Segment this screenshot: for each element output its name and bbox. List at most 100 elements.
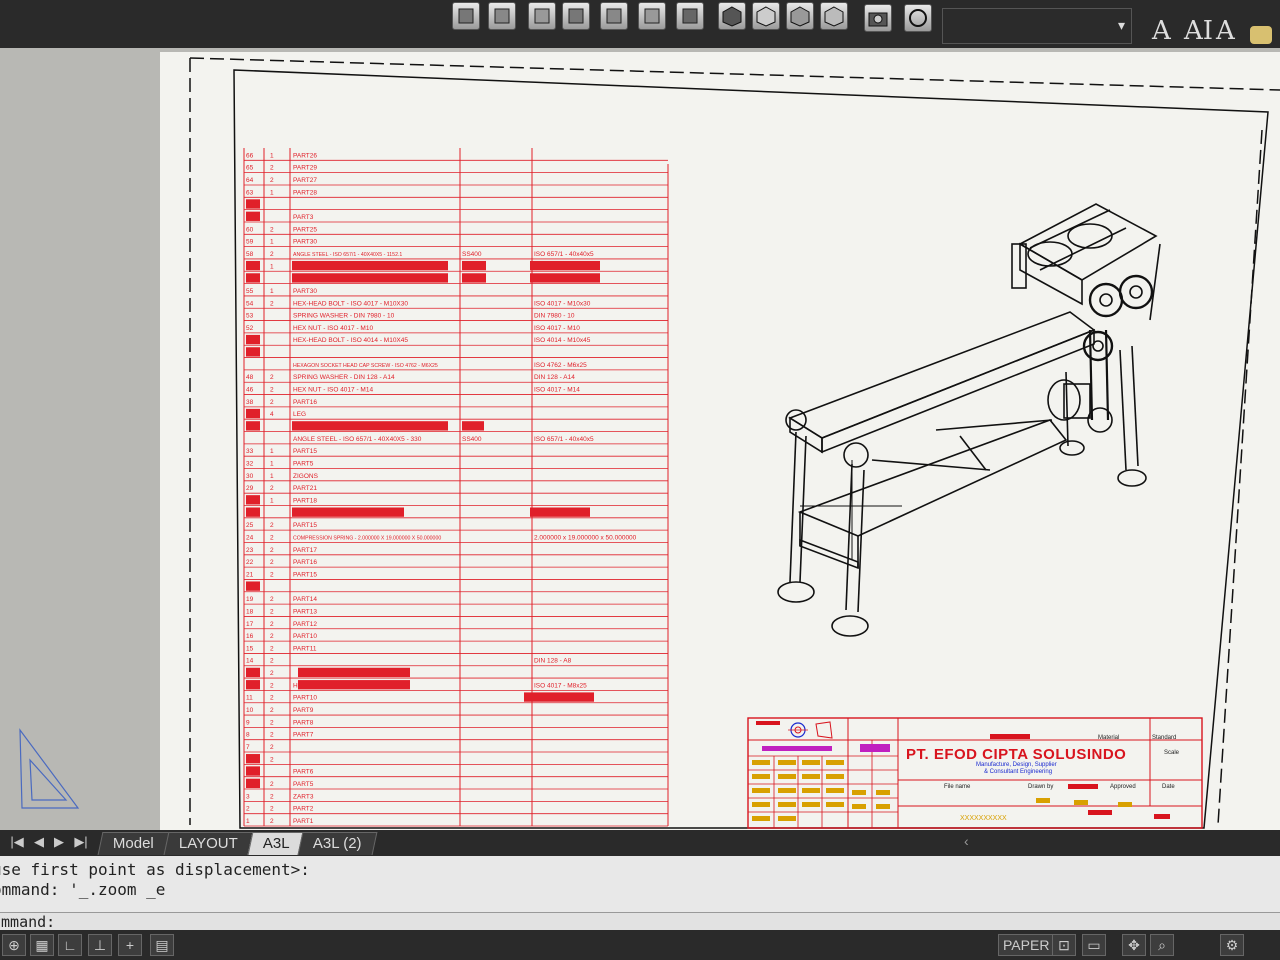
bom-description: PART16: [293, 559, 317, 566]
viewport-icon[interactable]: ▭: [1082, 934, 1106, 956]
bom-qty: 2: [270, 177, 274, 184]
tab-layout[interactable]: LAYOUT: [163, 832, 254, 855]
bom-item-no: 18: [246, 608, 254, 615]
bom-item-no: 3: [246, 793, 250, 800]
bom-description: SPRING WASHER - DIN 128 - A14: [293, 374, 395, 381]
view-iso-button[interactable]: [676, 2, 704, 30]
ortho-icon[interactable]: ∟: [58, 934, 82, 956]
otrack-icon[interactable]: ▤: [150, 934, 174, 956]
bom-item-no: 2: [246, 806, 250, 813]
bom-highlight-bar: [530, 273, 600, 283]
bom-qty: 2: [270, 793, 274, 800]
sw-iso-icon[interactable]: [718, 2, 746, 30]
approved-label: Approved: [1110, 784, 1136, 790]
polar-icon[interactable]: ⊥: [88, 934, 112, 956]
paper-space-button[interactable]: PAPER: [998, 934, 1055, 956]
company-tagline-2: & Consultant Engineering: [984, 769, 1053, 775]
bom-item-no: 21: [246, 571, 254, 578]
nw-iso-icon[interactable]: [820, 2, 848, 30]
maximize-viewport-icon[interactable]: ⊡: [1052, 934, 1076, 956]
bom-item-no: 59: [246, 239, 254, 246]
bom-material: DIN 7980 - 10: [534, 313, 575, 320]
bom-item-no: 9: [246, 719, 250, 726]
bom-qty: 2: [270, 165, 274, 172]
bom-description: PART30: [293, 239, 317, 246]
bom-description: LEG: [293, 411, 306, 418]
bom-description: PART8: [293, 719, 314, 726]
find-text-icon[interactable]: [1250, 26, 1272, 44]
bom-item-no: 8: [246, 732, 250, 739]
text-style-button[interactable]: A: [1152, 16, 1171, 46]
bom-highlight-bar: [530, 507, 590, 517]
bom-highlight-bar: [524, 692, 594, 702]
paper-sheet: 66 1 PART2665 2 PART2964 2 PART2763 1 PART28PART…: [19, 52, 1280, 832]
bom-qty: 1: [270, 189, 274, 196]
se-iso-icon[interactable]: [752, 2, 780, 30]
text-multiline-button[interactable]: AI: [1184, 16, 1213, 46]
bom-qty: 2: [270, 547, 274, 554]
bom-qty: 2: [270, 633, 274, 640]
material-label: Material: [1098, 735, 1120, 741]
next-tab-icon[interactable]: ▶: [52, 834, 66, 850]
bom-description: PART2: [293, 806, 314, 813]
bom-item-no: 52: [246, 325, 254, 332]
pan-icon[interactable]: ✥: [1122, 934, 1146, 956]
tab-model[interactable]: Model: [97, 832, 170, 855]
view-top-button[interactable]: [452, 2, 480, 30]
drawing-number: XXXXXXXXXX: [960, 815, 1007, 822]
bom-description: PART26: [293, 152, 317, 159]
workspace-icon[interactable]: ⚙: [1220, 934, 1244, 956]
bom-item-no: 66: [246, 152, 254, 159]
grid-icon[interactable]: ▦: [30, 934, 54, 956]
bom-description: PART25: [293, 226, 317, 233]
bom-item-no: 14: [246, 658, 254, 665]
view-right-button[interactable]: [562, 2, 590, 30]
bom-material: ISO 4014 - M10x45: [534, 337, 591, 344]
text-edit-button[interactable]: A: [1216, 16, 1235, 46]
bom-material: ISO 4017 - M14: [534, 387, 580, 394]
command-history-line: ommand: '_.zoom _e: [0, 880, 166, 899]
view-bottom-button[interactable]: [488, 2, 516, 30]
bom-item-no: 55: [246, 288, 254, 295]
bom-description: PART29: [293, 165, 317, 172]
last-tab-icon[interactable]: ▶|: [74, 834, 88, 850]
bom-highlight-mark: [246, 667, 260, 678]
bom-highlight-mark: [246, 507, 260, 517]
first-tab-icon[interactable]: |◀: [10, 834, 24, 850]
bom-item-no: 65: [246, 165, 254, 172]
view-back-button[interactable]: [638, 2, 666, 30]
bom-material: ISO 4017 - M8x25: [534, 682, 587, 689]
tab-a3l[interactable]: A3L: [247, 832, 306, 855]
view-front-button[interactable]: [600, 2, 628, 30]
standard-label: Standard: [1152, 735, 1177, 741]
ne-iso-icon[interactable]: [786, 2, 814, 30]
prev-tab-icon[interactable]: ◀: [32, 834, 46, 850]
bom-item-no: 11: [246, 695, 253, 702]
bom-qty: 2: [270, 670, 274, 677]
bom-description: ANGLE STEEL - ISO 657/1 - 40X40X5 - 330: [293, 436, 422, 443]
layer-dropdown[interactable]: ▾: [942, 8, 1132, 44]
orbit-icon[interactable]: [904, 4, 932, 32]
bom-qty: 4: [270, 411, 274, 418]
bom-item-no: 10: [246, 707, 254, 714]
bom-highlight-bar: [292, 507, 404, 517]
tab-a3l-2[interactable]: A3L (2): [297, 832, 378, 855]
bom-description: PART27: [293, 177, 317, 184]
view-left-button[interactable]: [528, 2, 556, 30]
bom-highlight-bar: [462, 421, 484, 431]
bom-highlight-bar: [292, 260, 448, 271]
osnap-icon[interactable]: +: [118, 934, 142, 956]
bom-description: PART28: [293, 189, 317, 196]
camera-icon[interactable]: [864, 4, 892, 32]
hscroll-left-icon[interactable]: ‹: [964, 833, 969, 849]
drawn-by-label: Drawn by: [1028, 784, 1054, 790]
bom-material: ISO 657/1 - 40x40x5: [534, 436, 594, 443]
zoom-icon[interactable]: ⌕: [1150, 934, 1174, 956]
bom-material: 2.000000 x 19.000000 x 50.000000: [534, 534, 637, 541]
bom-qty: 2: [270, 621, 274, 628]
snap-icon[interactable]: ⊕: [2, 934, 26, 956]
bom-qty: 2: [270, 744, 274, 751]
command-input-line[interactable]: ommand:: [0, 912, 1280, 931]
bom-highlight-bar: [292, 421, 448, 431]
bom-highlight-bar: [462, 260, 486, 271]
